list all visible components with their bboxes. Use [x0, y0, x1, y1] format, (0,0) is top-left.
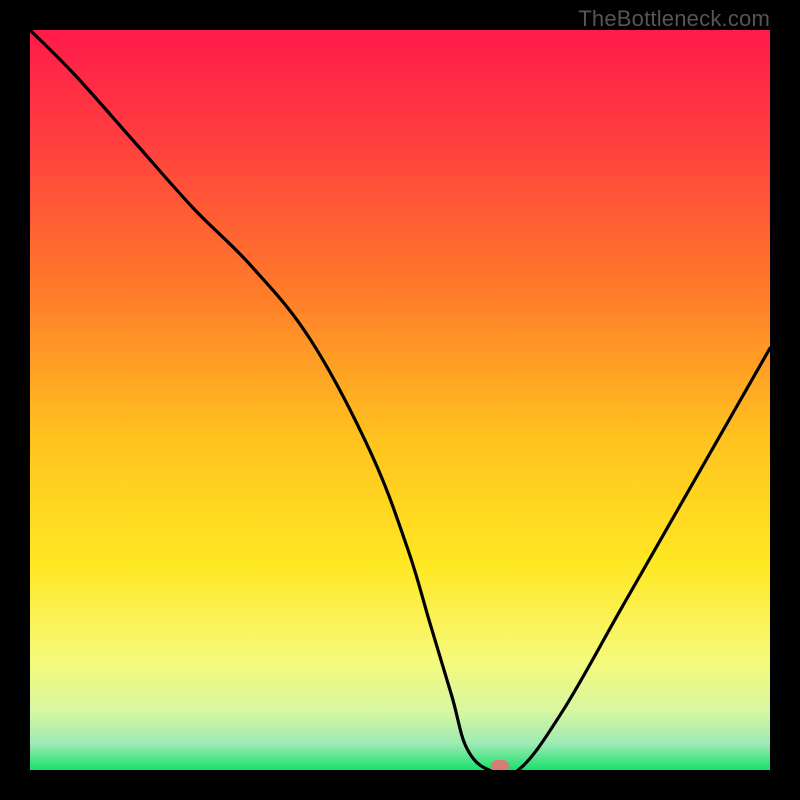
gradient-background	[30, 30, 770, 770]
watermark-text: TheBottleneck.com	[578, 6, 770, 32]
chart-frame: TheBottleneck.com	[0, 0, 800, 800]
chart-svg	[30, 30, 770, 770]
optimum-marker	[491, 760, 509, 770]
plot-area	[30, 30, 770, 770]
